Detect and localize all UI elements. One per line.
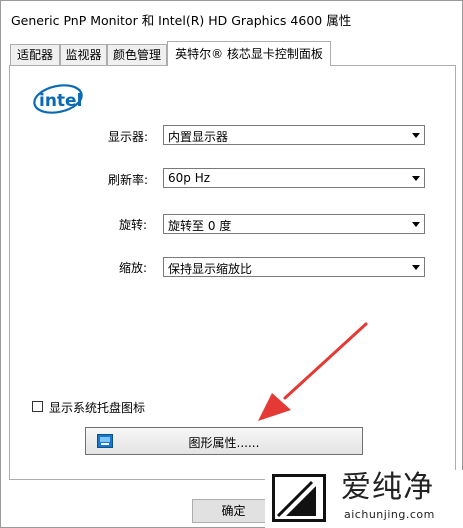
rotation-label: 旋转: xyxy=(119,218,148,232)
refresh-rate-value: 60p Hz xyxy=(168,171,211,185)
title-bar[interactable]: Generic PnP Monitor 和 Intel(R) HD Graphi… xyxy=(1,1,462,35)
rotation-value: 旋转至 0 度 xyxy=(168,219,232,233)
tab-intel-control-panel[interactable]: 英特尔® 核芯显卡控制面板 xyxy=(167,41,331,66)
intel-logo-icon: intel xyxy=(33,84,83,114)
tray-icon-checkbox[interactable] xyxy=(32,401,43,412)
chevron-down-icon[interactable] xyxy=(409,127,423,143)
properties-dialog: Generic PnP Monitor 和 Intel(R) HD Graphi… xyxy=(0,0,463,528)
watermark: 爱纯净 aichunjing.com xyxy=(265,470,463,528)
scaling-select[interactable]: 保持显示缩放比 xyxy=(163,257,425,277)
graphics-properties-label: 图形属性...... xyxy=(188,436,260,450)
refresh-rate-select[interactable]: 60p Hz xyxy=(163,168,425,188)
chevron-down-icon[interactable] xyxy=(409,259,423,275)
scaling-value: 保持显示缩放比 xyxy=(168,262,253,276)
intel-logo-text: intel xyxy=(39,91,82,111)
rotation-select[interactable]: 旋转至 0 度 xyxy=(163,214,425,234)
display-value: 内置显示器 xyxy=(168,130,229,144)
graphics-properties-button[interactable]: 图形属性...... xyxy=(85,427,363,455)
refresh-rate-label: 刷新率: xyxy=(108,173,149,187)
ok-button[interactable]: 确定 xyxy=(192,499,275,523)
window-title: Generic PnP Monitor 和 Intel(R) HD Graphi… xyxy=(11,13,352,28)
tab-monitor[interactable]: 监视器 xyxy=(60,44,107,65)
watermark-site-text: aichunjing.com xyxy=(344,508,435,521)
watermark-brand-text: 爱纯净 xyxy=(341,470,434,505)
tab-color-management[interactable]: 颜色管理 xyxy=(107,44,167,65)
tab-content-panel: intel 显示器: 内置显示器 刷新率: 60p Hz 旋转: 旋转至 0 度… xyxy=(9,65,456,480)
display-select[interactable]: 内置显示器 xyxy=(163,125,425,145)
aichunjing-logo-icon xyxy=(272,474,326,522)
tray-icon-label[interactable]: 显示系统托盘图标 xyxy=(49,399,145,416)
chevron-down-icon[interactable] xyxy=(409,216,423,232)
tab-adapter[interactable]: 适配器 xyxy=(10,44,60,65)
chevron-down-icon[interactable] xyxy=(409,170,423,186)
scaling-label: 缩放: xyxy=(119,261,148,275)
display-label: 显示器: xyxy=(108,130,149,144)
